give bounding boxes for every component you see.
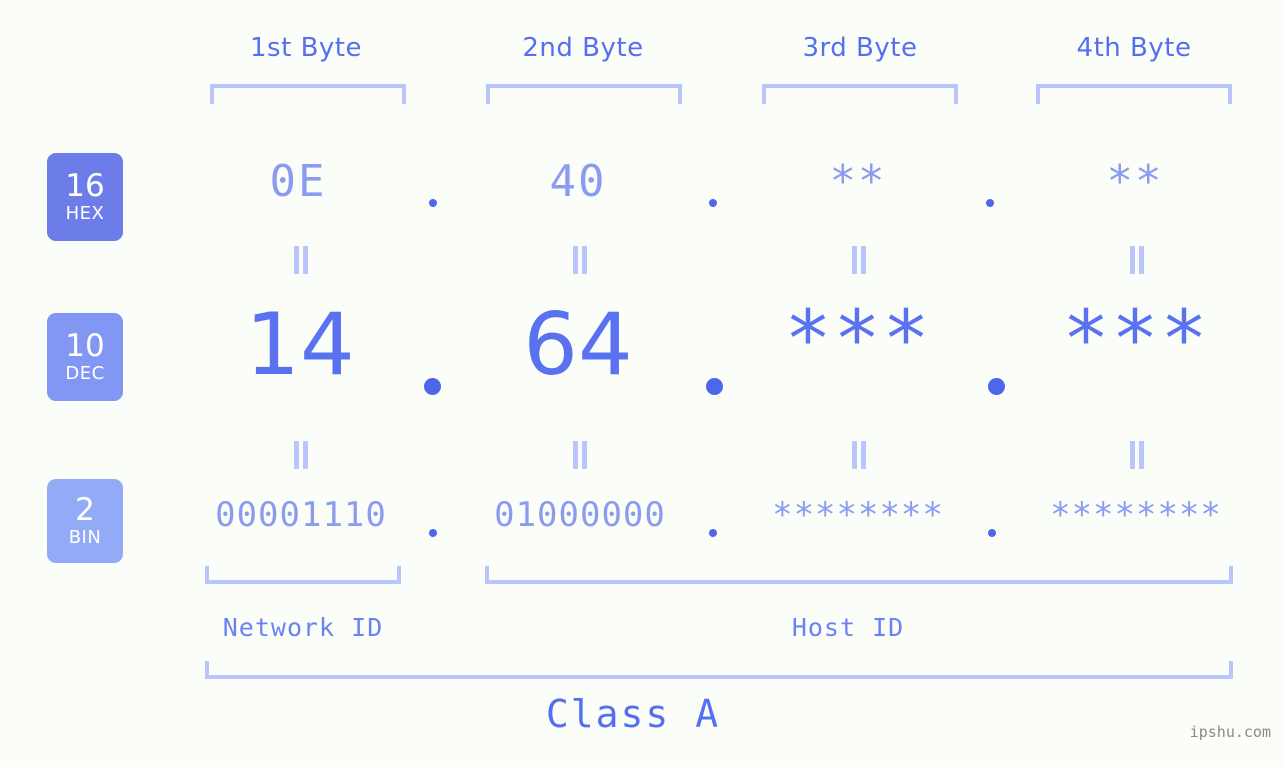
base-badge-hex-number: 16 xyxy=(65,168,105,204)
byte-bracket-1 xyxy=(210,84,406,104)
bin-separator-dot-1 xyxy=(429,529,437,537)
equals-connector-dec-bin-3 xyxy=(849,441,869,469)
network-id-bracket xyxy=(205,566,401,584)
hex-separator-dot-1 xyxy=(429,199,437,207)
hex-octet-3: ** xyxy=(829,156,887,207)
dec-octet-3: *** xyxy=(784,295,932,385)
network-id-label: Network ID xyxy=(222,613,384,642)
base-badge-hex-name: HEX xyxy=(65,203,105,224)
hex-octet-4: ** xyxy=(1106,156,1164,207)
byte-header-3: 3rd Byte xyxy=(802,33,918,63)
base-badge-hex: 16 HEX xyxy=(47,153,123,241)
equals-connector-dec-bin-4 xyxy=(1127,441,1147,469)
bin-octet-1: 00001110 xyxy=(215,495,387,535)
hex-separator-dot-3 xyxy=(986,199,994,207)
dec-octet-4: *** xyxy=(1062,295,1210,385)
hex-octet-2: 40 xyxy=(549,156,607,207)
dec-octet-1: 14 xyxy=(245,295,355,395)
class-bracket xyxy=(205,661,1233,679)
base-badge-bin-number: 2 xyxy=(75,492,95,528)
equals-connector-hex-dec-1 xyxy=(291,246,311,274)
base-badge-bin: 2 BIN xyxy=(47,479,123,563)
bin-separator-dot-2 xyxy=(709,529,717,537)
host-id-label: Host ID xyxy=(791,613,905,642)
byte-header-4: 4th Byte xyxy=(1076,33,1192,63)
dec-separator-dot-1 xyxy=(424,378,441,395)
equals-connector-hex-dec-3 xyxy=(849,246,869,274)
equals-connector-dec-bin-1 xyxy=(291,441,311,469)
byte-bracket-3 xyxy=(762,84,958,104)
dec-separator-dot-3 xyxy=(988,378,1005,395)
hex-octet-1: 0E xyxy=(269,156,327,207)
base-badge-dec-name: DEC xyxy=(65,363,105,384)
byte-bracket-2 xyxy=(486,84,682,104)
byte-header-1: 1st Byte xyxy=(250,33,362,63)
hex-separator-dot-2 xyxy=(709,199,717,207)
equals-connector-dec-bin-2 xyxy=(570,441,590,469)
equals-connector-hex-dec-4 xyxy=(1127,246,1147,274)
base-badge-bin-name: BIN xyxy=(68,527,102,548)
site-watermark: ipshu.com xyxy=(1189,723,1271,741)
bin-octet-2: 01000000 xyxy=(494,495,666,535)
bin-octet-3: ******** xyxy=(772,495,944,535)
bin-separator-dot-3 xyxy=(988,529,996,537)
base-badge-dec-number: 10 xyxy=(65,328,105,364)
bin-octet-4: ******** xyxy=(1050,495,1222,535)
class-label: Class A xyxy=(545,692,721,736)
byte-bracket-4 xyxy=(1036,84,1232,104)
ip-address-breakdown-diagram: 1st Byte 2nd Byte 3rd Byte 4th Byte 16 H… xyxy=(0,0,1285,767)
dec-separator-dot-2 xyxy=(706,378,723,395)
dec-octet-2: 64 xyxy=(523,295,633,395)
equals-connector-hex-dec-2 xyxy=(570,246,590,274)
base-badge-dec: 10 DEC xyxy=(47,313,123,401)
host-id-bracket xyxy=(485,566,1233,584)
byte-header-2: 2nd Byte xyxy=(522,33,644,63)
